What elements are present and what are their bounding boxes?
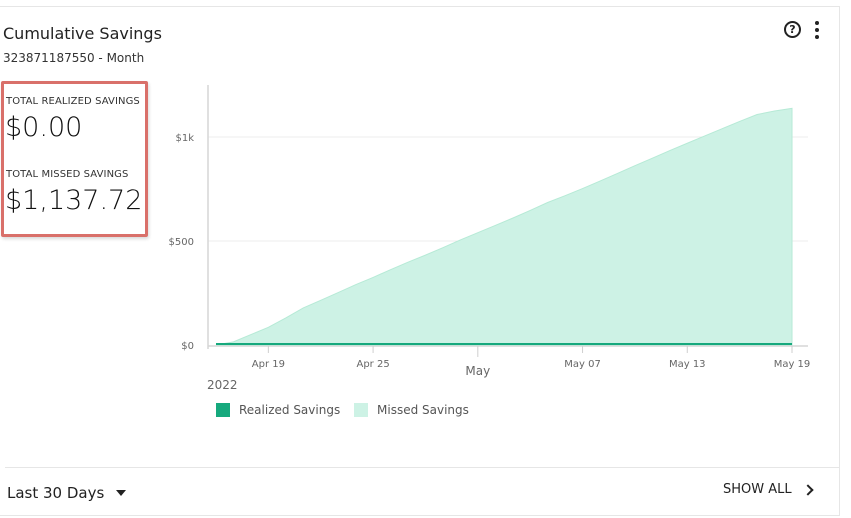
x-year-label: 2022 [207,378,238,392]
legend-missed-swatch [354,403,368,417]
chevron-right-icon [801,483,814,496]
y-tick-label: $500 [169,237,194,248]
show-all-label: SHOW ALL [723,482,792,497]
legend-missed[interactable]: Missed Savings [354,403,469,417]
x-tick-label: May 13 [669,359,706,370]
x-tick-label: Apr 25 [356,359,389,370]
date-range-dropdown[interactable]: Last 30 Days [7,484,127,502]
x-tick-label: May [465,364,490,378]
x-tick-label: May 19 [774,359,811,370]
y-tick-label: $0 [181,341,194,352]
x-tick-label: Apr 19 [252,359,285,370]
caret-down-icon [116,490,127,496]
footer-divider [5,467,840,468]
y-tick-label: $1k [175,133,194,144]
x-tick-label: May 07 [564,359,601,370]
legend-missed-label: Missed Savings [377,403,469,417]
missed-savings-area [215,107,793,346]
legend-realized-swatch [216,403,230,417]
legend-realized[interactable]: Realized Savings [216,403,340,417]
show-all-button[interactable]: SHOW ALL [723,482,814,497]
savings-chart: $0 $500 $1k Apr 19 Apr 25 May May 07 May 13 May … [169,85,811,392]
date-range-label: Last 30 Days [7,484,105,502]
legend-realized-label: Realized Savings [239,403,341,417]
